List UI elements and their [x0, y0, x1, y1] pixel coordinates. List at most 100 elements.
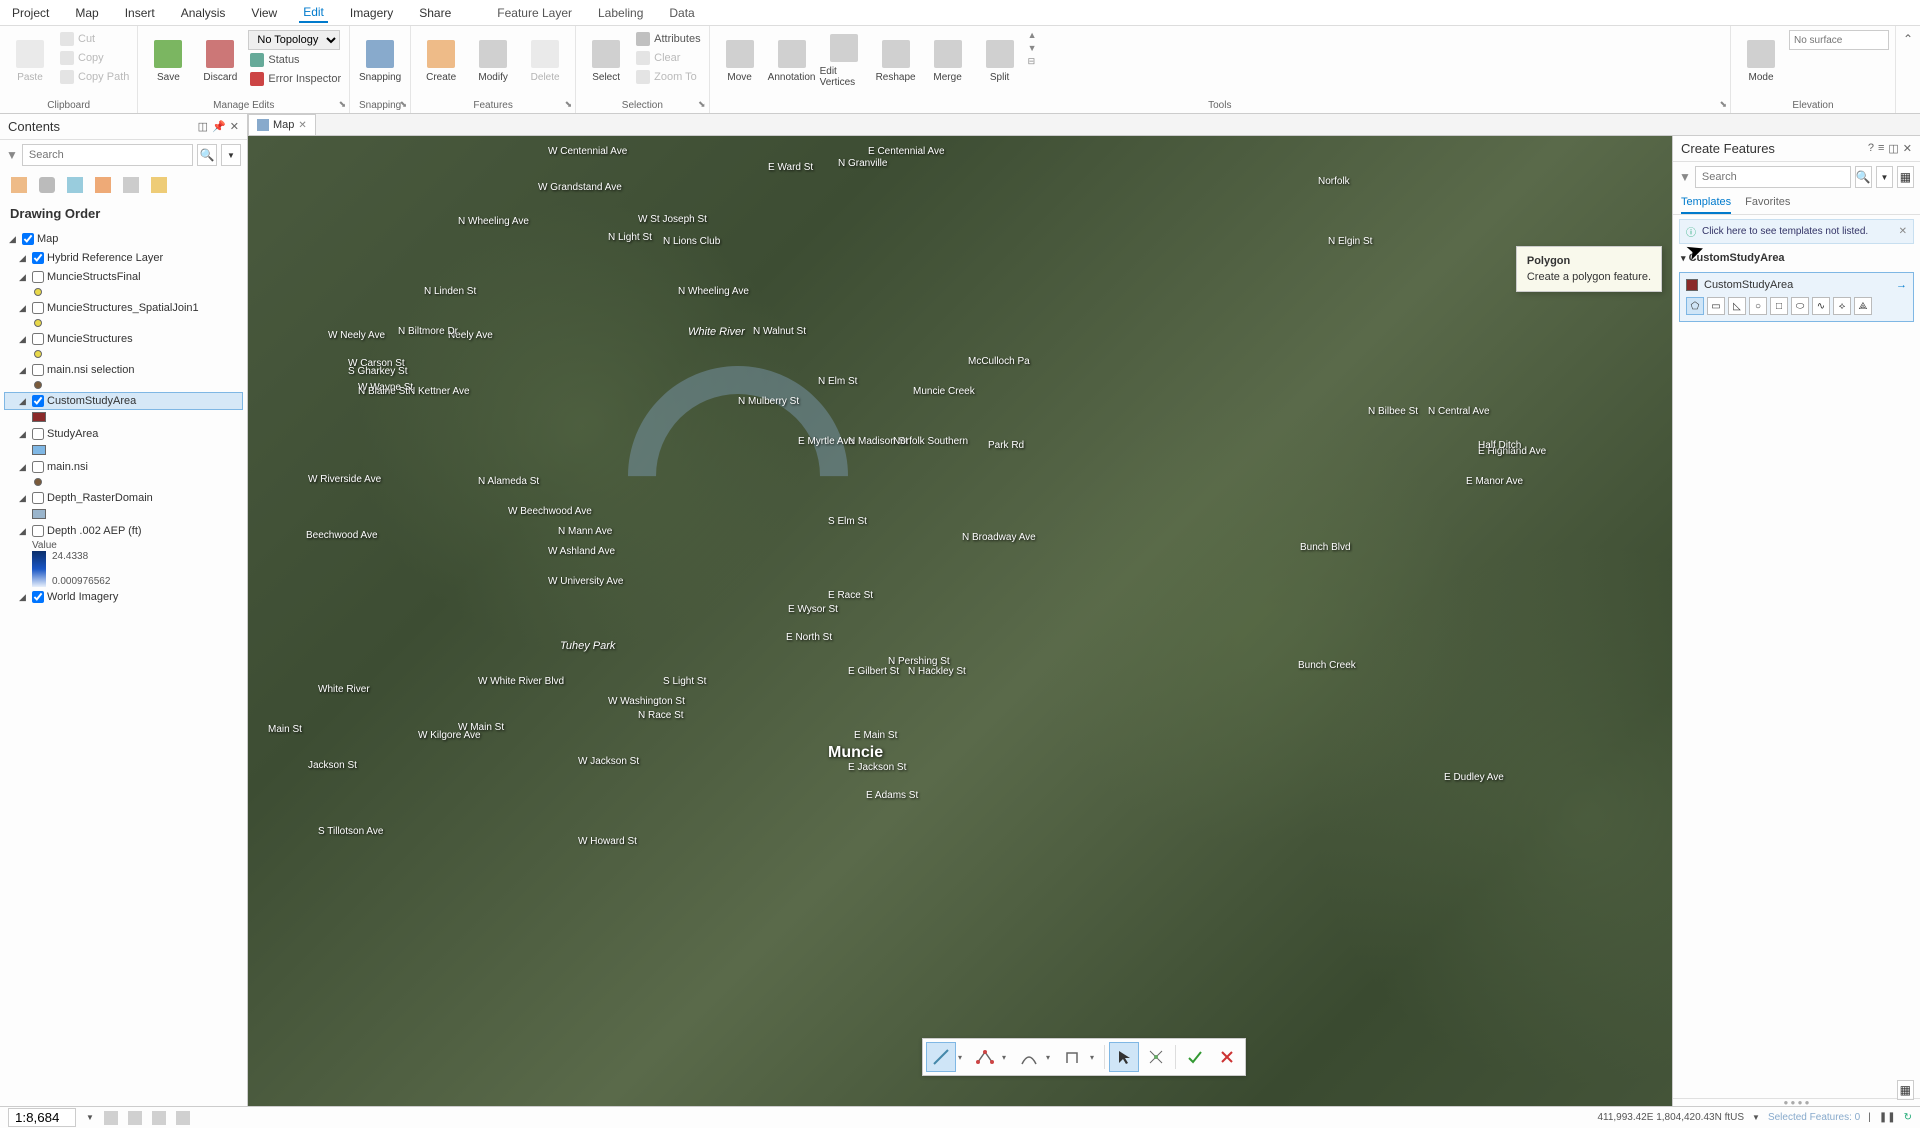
layer-checkbox[interactable]: [32, 364, 44, 376]
menu-map[interactable]: Map: [71, 4, 102, 22]
layer-checkbox[interactable]: [32, 492, 44, 504]
create-button[interactable]: Create: [417, 30, 465, 92]
menu-imagery[interactable]: Imagery: [346, 4, 397, 22]
vertex-tool[interactable]: [970, 1042, 1000, 1072]
square-tool[interactable]: □: [1770, 297, 1788, 315]
expand-icon[interactable]: ◢: [19, 429, 29, 440]
freehand-tool[interactable]: ∿: [1812, 297, 1830, 315]
paste-button[interactable]: Paste: [6, 30, 54, 92]
toc-layer-row[interactable]: ◢ main.nsi selection: [4, 361, 243, 379]
expand-icon[interactable]: ◢: [19, 493, 29, 504]
cf-template[interactable]: CustomStudyArea → ⬠ ▭ ◺ ○ □ ⬭ ∿ ⟡ ⟁: [1679, 272, 1914, 322]
surface-input[interactable]: [1789, 30, 1889, 50]
merge-button[interactable]: Merge: [924, 30, 972, 92]
sb-icon-3[interactable]: [152, 1111, 166, 1125]
menu-view[interactable]: View: [247, 4, 281, 22]
save-edits-button[interactable]: Save: [144, 30, 192, 92]
cf-manage-templates-button[interactable]: ▦: [1897, 166, 1914, 188]
pause-icon[interactable]: ❚❚: [1879, 1112, 1896, 1123]
gallery-more-icon[interactable]: ⊟: [1028, 56, 1037, 67]
toc-layer-row[interactable]: ◢ Depth .002 AEP (ft): [4, 522, 243, 540]
sb-icon-2[interactable]: [128, 1111, 142, 1125]
map-checkbox[interactable]: [22, 233, 34, 245]
annotation-button[interactable]: Annotation: [768, 30, 816, 92]
snapping-button[interactable]: Snapping: [356, 30, 404, 92]
features-launcher[interactable]: ⬊: [565, 99, 573, 110]
tools-launcher[interactable]: ⬊: [1719, 99, 1727, 110]
selected-features-display[interactable]: Selected Features: 0: [1768, 1112, 1860, 1123]
cf-menu-icon[interactable]: ≡: [1878, 142, 1884, 155]
layer-checkbox[interactable]: [32, 428, 44, 440]
cf-search-input[interactable]: [1695, 166, 1851, 188]
trace-edit-tool[interactable]: [1058, 1042, 1088, 1072]
collapse-ribbon-icon[interactable]: ⌃: [1903, 32, 1913, 46]
sb-icon-4[interactable]: [176, 1111, 190, 1125]
tab-favorites[interactable]: Favorites: [1745, 192, 1790, 214]
zoom-to-button[interactable]: Zoom To: [634, 68, 702, 86]
arc-tool[interactable]: [1014, 1042, 1044, 1072]
expand-icon[interactable]: ◢: [19, 526, 29, 537]
menu-feature-layer[interactable]: Feature Layer: [493, 4, 576, 22]
toc-layer-row[interactable]: ◢ MuncieStructures_SpatialJoin1: [4, 299, 243, 317]
expand-icon[interactable]: ◢: [19, 334, 29, 345]
expand-icon[interactable]: ◢: [19, 462, 29, 473]
vertex-dd[interactable]: ▾: [1002, 1053, 1012, 1062]
list-by-source-button[interactable]: [36, 174, 58, 196]
cf-dock-icon[interactable]: ◫: [1888, 142, 1898, 155]
layer-checkbox[interactable]: [32, 271, 44, 283]
error-inspector-button[interactable]: Error Inspector: [248, 70, 343, 88]
layer-checkbox[interactable]: [32, 395, 44, 407]
snapping-launcher[interactable]: ⬊: [400, 99, 408, 110]
expand-icon[interactable]: ◢: [19, 303, 29, 314]
menu-edit[interactable]: Edit: [299, 3, 328, 23]
cf-search-button[interactable]: 🔍: [1855, 166, 1872, 188]
contents-search-button[interactable]: 🔍: [197, 144, 217, 166]
delete-button[interactable]: Delete: [521, 30, 569, 92]
contents-close-icon[interactable]: ✕: [230, 120, 239, 133]
trace-tool[interactable]: ⟁: [1854, 297, 1872, 315]
map-navigator-button[interactable]: ▦: [1897, 1080, 1914, 1100]
cf-template-arrow-icon[interactable]: →: [1896, 279, 1907, 291]
map-tab-close-icon[interactable]: ✕: [298, 120, 306, 131]
filter-icon[interactable]: ▼: [6, 148, 18, 162]
edit-vertices-button[interactable]: Edit Vertices: [820, 30, 868, 92]
expand-icon[interactable]: ◢: [19, 592, 29, 603]
toc-layer-row[interactable]: ◢ MuncieStructures: [4, 330, 243, 348]
menu-share[interactable]: Share: [415, 4, 455, 22]
reshape-button[interactable]: Reshape: [872, 30, 920, 92]
list-by-selection-button[interactable]: [64, 174, 86, 196]
map-canvas[interactable]: White River Muncie Tuhey Park W Centenni…: [248, 136, 1920, 1106]
menu-labeling[interactable]: Labeling: [594, 4, 647, 22]
pointer-tool[interactable]: [1109, 1042, 1139, 1072]
gallery-up-icon[interactable]: ▲: [1028, 30, 1037, 40]
right-angle-tool[interactable]: ◺: [1728, 297, 1746, 315]
toc-layer-row[interactable]: ◢ CustomStudyArea: [4, 392, 243, 410]
list-by-snapping-button[interactable]: [120, 174, 142, 196]
ellipse-tool[interactable]: ⬭: [1791, 297, 1809, 315]
menu-insert[interactable]: Insert: [121, 4, 159, 22]
toc-layer-row[interactable]: ◢ main.nsi: [4, 458, 243, 476]
finish-sketch-button[interactable]: [1180, 1042, 1210, 1072]
list-by-labeling-button[interactable]: [148, 174, 170, 196]
coords-dropdown-icon[interactable]: ▼: [1752, 1113, 1760, 1122]
contents-search-input[interactable]: [22, 144, 193, 166]
cf-resize-handle[interactable]: ● ● ● ●: [1673, 1098, 1920, 1106]
scale-dropdown-icon[interactable]: ▼: [86, 1113, 94, 1122]
toc-layer-row[interactable]: ◢ World Imagery: [4, 588, 243, 606]
mode-button[interactable]: Mode: [1737, 30, 1785, 92]
list-by-editing-button[interactable]: [92, 174, 114, 196]
contents-pin-icon[interactable]: 📌: [212, 120, 226, 133]
toc-map-row[interactable]: ◢ Map: [4, 230, 243, 248]
expand-icon[interactable]: ◢: [19, 365, 29, 376]
circle-tool[interactable]: ○: [1749, 297, 1767, 315]
layer-checkbox[interactable]: [32, 591, 44, 603]
layer-checkbox[interactable]: [32, 252, 44, 264]
attributes-button[interactable]: Attributes: [634, 30, 702, 48]
menu-project[interactable]: Project: [8, 4, 53, 22]
scale-input[interactable]: [8, 1108, 76, 1127]
layer-checkbox[interactable]: [32, 333, 44, 345]
cf-info-close-icon[interactable]: ✕: [1899, 226, 1907, 237]
cancel-sketch-button[interactable]: [1212, 1042, 1242, 1072]
cf-help-icon[interactable]: ?: [1868, 142, 1874, 155]
polygon-tool[interactable]: ⬠: [1686, 297, 1704, 315]
